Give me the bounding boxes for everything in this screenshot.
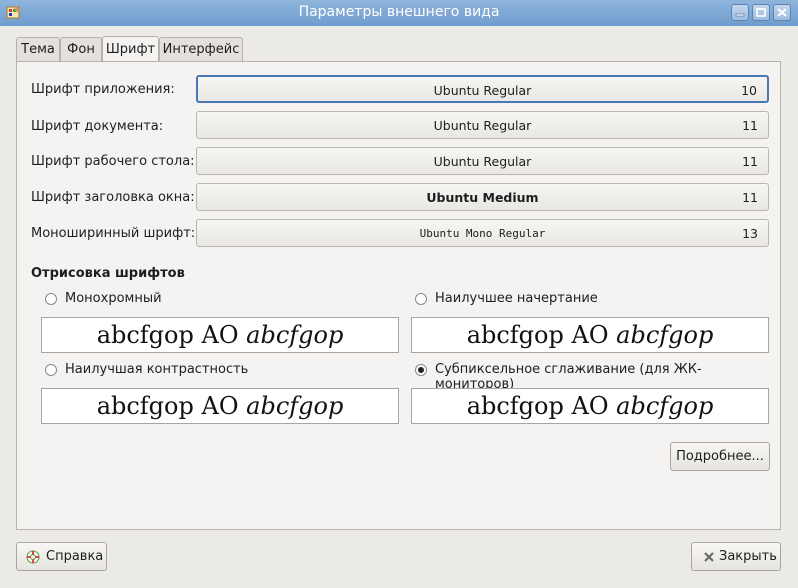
help-lifebuoy-icon: [26, 550, 40, 564]
tab-font[interactable]: Шрифт: [102, 36, 159, 63]
help-button[interactable]: Справка: [16, 542, 107, 571]
font-name: Ubuntu Regular: [433, 118, 532, 133]
sample-regular-text: abcfgop AO: [96, 321, 239, 349]
sample-italic-text: abcfgop: [246, 392, 344, 420]
best-contrast-label[interactable]: Наилучшая контрастность: [65, 362, 248, 377]
details-button[interactable]: Подробнее...: [670, 442, 770, 471]
window-titlebar[interactable]: Параметры внешнего вида: [0, 0, 798, 26]
subpixel-smoothing-sample: abcfgop AO abcfgop: [411, 388, 769, 424]
maximize-icon: [756, 8, 766, 17]
tab-background[interactable]: Фон: [60, 37, 102, 62]
font-rendering-title: Отрисовка шрифтов: [31, 266, 185, 281]
font-settings-panel: Шрифт приложения: Ubuntu Regular 10 Шриф…: [16, 61, 781, 530]
font-size: 13: [742, 226, 758, 241]
font-size: 11: [742, 190, 758, 205]
close-window-button[interactable]: [773, 4, 791, 21]
sample-regular-text: abcfgop AO: [466, 321, 609, 349]
minimize-icon: [735, 13, 745, 17]
close-icon: [777, 8, 787, 17]
monochrome-sample: abcfgop AO abcfgop: [41, 317, 399, 353]
sample-italic-text: abcfgop: [616, 392, 714, 420]
close-button[interactable]: Закрыть: [691, 542, 781, 571]
tab-interface[interactable]: Интерфейс: [159, 37, 243, 62]
font-size: 11: [742, 154, 758, 169]
maximize-button[interactable]: [752, 4, 770, 21]
sample-italic-text: abcfgop: [246, 321, 344, 349]
best-shapes-radio[interactable]: [415, 293, 427, 305]
best-contrast-radio[interactable]: [45, 364, 57, 376]
sample-regular-text: abcfgop AO: [466, 392, 609, 420]
monochrome-radio[interactable]: [45, 293, 57, 305]
font-name: Ubuntu Regular: [433, 154, 532, 169]
desktop-font-button[interactable]: Ubuntu Regular 11: [196, 147, 769, 175]
subpixel-smoothing-radio[interactable]: [415, 364, 427, 376]
monospace-font-label: Моноширинный шрифт:: [31, 226, 196, 241]
application-font-label: Шрифт приложения:: [31, 82, 175, 97]
font-size: 10: [741, 83, 757, 98]
minimize-button[interactable]: [731, 4, 749, 21]
font-name: Ubuntu Medium: [426, 190, 539, 205]
best-contrast-sample: abcfgop AO abcfgop: [41, 388, 399, 424]
document-font-label: Шрифт документа:: [31, 119, 164, 134]
sample-regular-text: abcfgop AO: [96, 392, 239, 420]
window-title-font-button[interactable]: Ubuntu Medium 11: [196, 183, 769, 211]
sample-italic-text: abcfgop: [616, 321, 714, 349]
best-shapes-label[interactable]: Наилучшее начертание: [435, 291, 598, 306]
application-font-button[interactable]: Ubuntu Regular 10: [196, 75, 769, 103]
tab-theme[interactable]: Тема: [16, 37, 60, 62]
close-label: Закрыть: [719, 549, 777, 564]
window-title: Параметры внешнего вида: [298, 4, 500, 20]
monochrome-label[interactable]: Монохромный: [65, 291, 162, 306]
monospace-font-button[interactable]: Ubuntu Mono Regular 13: [196, 219, 769, 247]
font-size: 11: [742, 118, 758, 133]
best-shapes-sample: abcfgop AO abcfgop: [411, 317, 769, 353]
help-label: Справка: [46, 549, 104, 564]
desktop-font-label: Шрифт рабочего стола:: [31, 154, 195, 169]
window-title-font-label: Шрифт заголовка окна:: [31, 190, 195, 205]
document-font-button[interactable]: Ubuntu Regular 11: [196, 111, 769, 139]
close-x-icon: [704, 552, 714, 562]
font-name: Ubuntu Mono Regular: [419, 227, 546, 240]
font-name: Ubuntu Regular: [433, 83, 532, 98]
